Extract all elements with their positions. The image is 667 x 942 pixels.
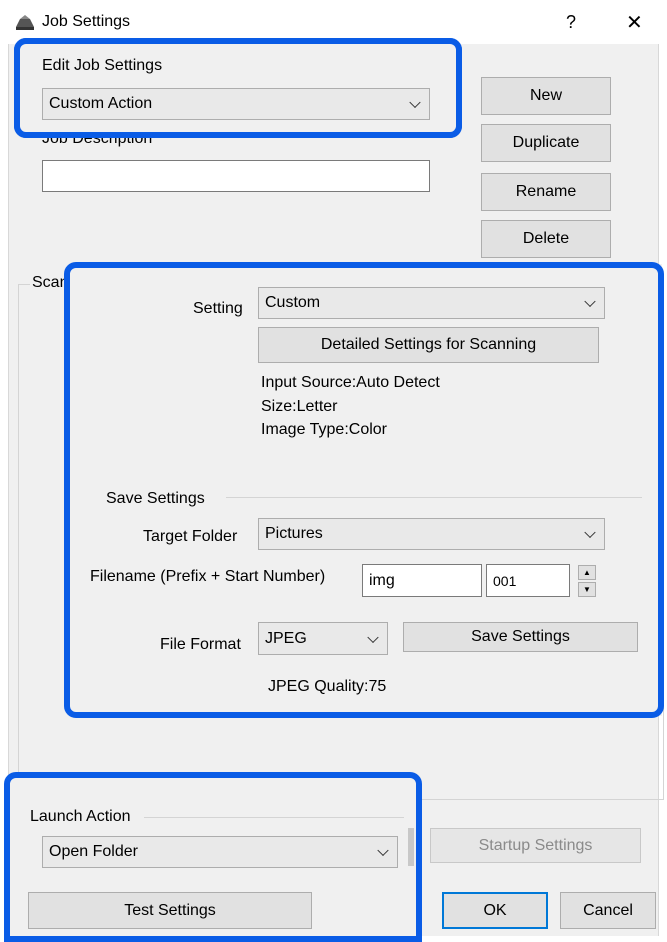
job-description-input[interactable] [42, 160, 430, 192]
close-button[interactable]: ✕ [626, 10, 643, 35]
highlight-launch-action [4, 772, 422, 942]
rename-button[interactable]: Rename [481, 173, 611, 211]
highlight-scan-settings [64, 262, 664, 718]
delete-button[interactable]: Delete [481, 220, 611, 258]
scanner-app-icon [16, 15, 34, 30]
startup-settings-button[interactable]: Startup Settings [430, 828, 641, 863]
ok-button[interactable]: OK [442, 892, 548, 929]
highlight-edit-job-frame [14, 38, 462, 138]
help-button[interactable]: ? [566, 12, 576, 33]
new-button[interactable]: New [481, 77, 611, 115]
duplicate-button[interactable]: Duplicate [481, 124, 611, 162]
cancel-button[interactable]: Cancel [560, 892, 656, 929]
window-title: Job Settings [42, 13, 131, 30]
